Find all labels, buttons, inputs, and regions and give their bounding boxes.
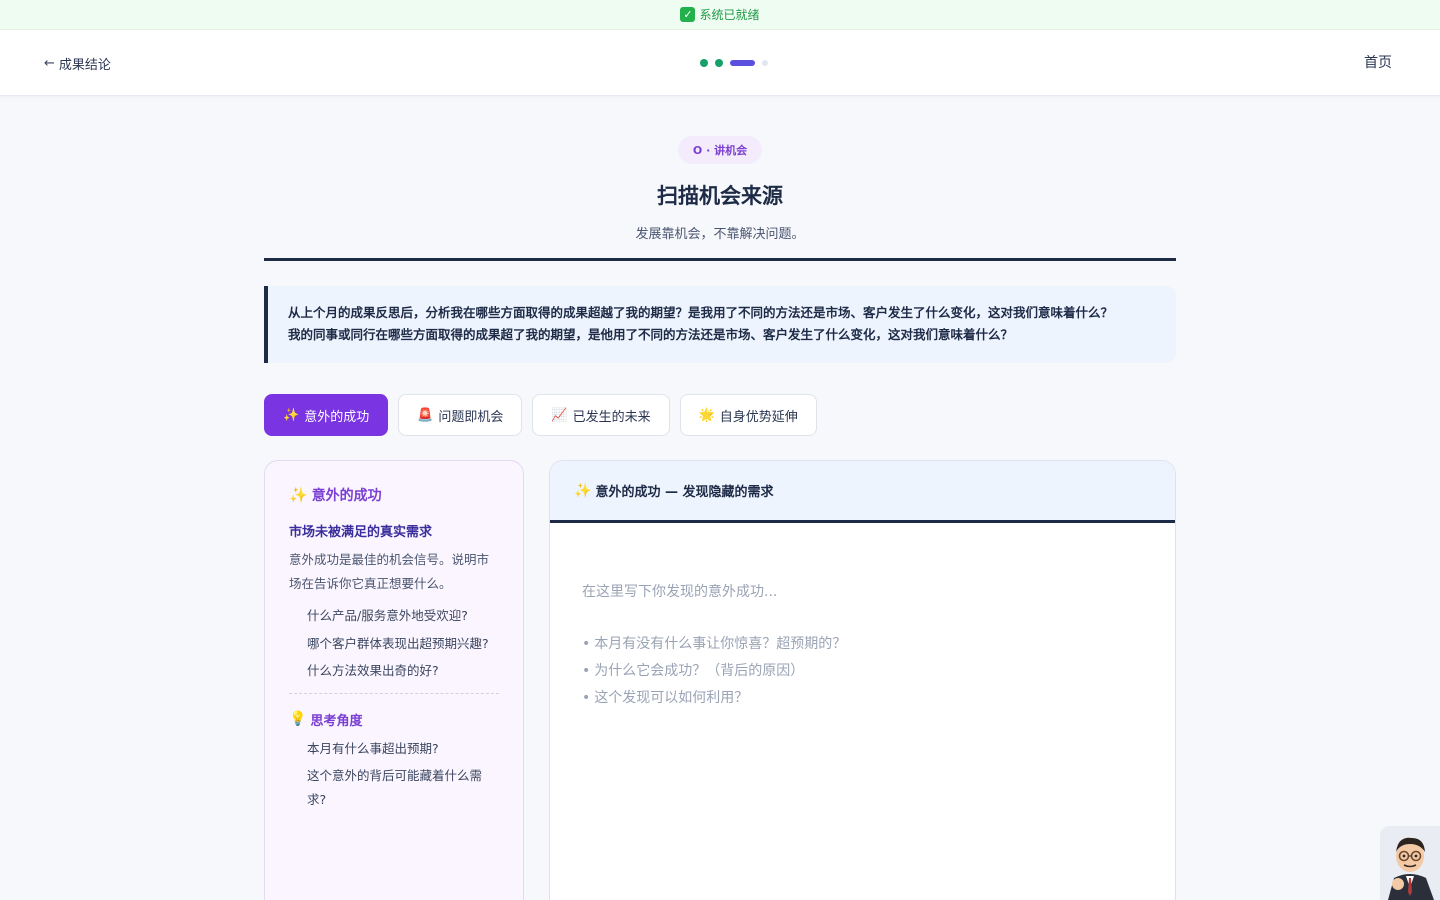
editor-placeholder: 在这里写下你发现的意外成功...: [582, 584, 778, 600]
list-item: • 本月有没有什么事让你惊喜？超预期的？: [582, 631, 1143, 658]
step-done-2: [715, 59, 723, 67]
editor-hints: • 本月有没有什么事让你惊喜？超预期的？ • 为什么它会成功？（背后的原因） •…: [582, 631, 1143, 712]
guide-card: ✨ 意外的成功 市场未被满足的真实需求 意外成功是最佳的机会信号。说明市场在告诉…: [264, 460, 524, 900]
star-icon: 🌟: [698, 407, 715, 423]
arrow-left-icon: ←: [44, 55, 55, 71]
prompt-line-1: 从上个月的成果反思后，分析我在哪些方面取得的成果超越了我的期望？是我用了不同的方…: [288, 305, 1114, 320]
list-item: 哪个客户群体表现出超预期兴趣?: [307, 635, 489, 651]
sparkles-icon: ✨: [574, 482, 592, 499]
step-done-1: [700, 59, 708, 67]
editor-header: ✨ 意外的成功 — 发现隐藏的需求: [550, 461, 1175, 523]
prompt-line-2: 我的同事或同行在哪些方面取得的成果超了我的期望，是他用了不同的方法还是市场、客户…: [288, 327, 1014, 342]
sparkles-icon: ✨: [283, 407, 300, 423]
bullet-icon: •: [582, 636, 591, 652]
guide-card-description: 意外成功是最佳的机会信号。说明市场在告诉你它真正想要什么。: [289, 552, 490, 591]
guide-questions: 什么产品/服务意外地受欢迎? 哪个客户群体表现出超预期兴趣? 什么方法效果出奇的…: [289, 604, 499, 683]
editor-title: 意外的成功 — 发现隐藏的需求: [595, 485, 774, 500]
lightbulb-icon: 💡: [289, 711, 307, 727]
hint-text: 本月有没有什么事让你惊喜？超预期的？: [594, 636, 847, 652]
angle-title: 思考角度: [310, 713, 363, 729]
avatar-illustration: [1380, 826, 1440, 900]
tab-label: 已发生的未来: [572, 409, 651, 425]
bullet-icon: •: [582, 663, 591, 679]
reflection-prompt: 从上个月的成果反思后，分析我在哪些方面取得的成果超越了我的期望？是我用了不同的方…: [264, 286, 1176, 363]
step-current: [730, 60, 755, 66]
tab-label: 意外的成功: [304, 409, 370, 425]
home-link[interactable]: 首页: [1364, 52, 1392, 72]
title-divider: [264, 258, 1176, 261]
list-item: 什么方法效果出奇的好?: [307, 663, 439, 678]
guide-card-heading: ✨ 意外的成功: [289, 485, 499, 505]
opportunity-tabs: ✨ 意外的成功 🚨 问题即机会 📈 已发生的未来 🌟 自身优势延伸: [264, 394, 817, 436]
top-header: ← 成果结论 首页: [0, 30, 1440, 96]
page-subtitle: 发展靠机会，不靠解决问题。: [635, 227, 805, 242]
tab-strength-extension[interactable]: 🌟 自身优势延伸: [679, 394, 817, 436]
list-item: 本月有什么事超出预期?: [307, 740, 439, 756]
step-indicator: [700, 59, 768, 67]
check-icon: ✓: [680, 7, 696, 22]
angle-heading: 💡 思考角度: [289, 710, 499, 729]
bullet-icon: •: [582, 690, 591, 706]
siren-icon: 🚨: [417, 407, 434, 423]
list-item: 这个意外的背后可能藏着什么需求?: [307, 768, 483, 807]
hint-text: 这个发现可以如何利用？: [594, 690, 749, 706]
tab-problem-opportunity[interactable]: 🚨 问题即机会: [398, 394, 523, 436]
status-banner: ✓ 系统已就绪: [0, 0, 1440, 30]
guide-card-title: 意外的成功: [311, 488, 382, 504]
back-label: 成果结论: [58, 57, 111, 73]
angle-questions: 本月有什么事超出预期? 这个意外的背后可能藏着什么需求?: [289, 737, 499, 812]
back-button[interactable]: ← 成果结论: [44, 52, 111, 74]
chart-up-icon: 📈: [551, 407, 568, 423]
sparkles-icon: ✨: [289, 486, 308, 504]
tab-future-happened[interactable]: 📈 已发生的未来: [532, 394, 670, 436]
page-title: 扫描机会来源: [657, 184, 783, 208]
list-item: • 这个发现可以如何利用？: [582, 685, 1143, 712]
section-badge: O · 讲机会: [678, 136, 762, 164]
step-pending: [762, 60, 768, 66]
assistant-avatar[interactable]: [1380, 826, 1440, 900]
status-text: 系统已就绪: [699, 8, 760, 22]
guide-card-subtitle: 市场未被满足的真实需求: [289, 525, 433, 540]
main-content: O · 讲机会 扫描机会来源 发展靠机会，不靠解决问题。 从上个月的成果反思后，…: [264, 96, 1176, 900]
tab-label: 自身优势延伸: [719, 409, 798, 425]
tab-label: 问题即机会: [438, 409, 504, 425]
notes-textarea[interactable]: 在这里写下你发现的意外成功... • 本月有没有什么事让你惊喜？超预期的？ • …: [550, 523, 1175, 712]
list-item: 什么产品/服务意外地受欢迎?: [307, 608, 468, 623]
hint-text: 为什么它会成功？（背后的原因）: [594, 663, 805, 679]
dashed-divider: [289, 692, 499, 694]
list-item: • 为什么它会成功？（背后的原因）: [582, 658, 1143, 685]
tab-unexpected-success[interactable]: ✨ 意外的成功: [264, 394, 389, 436]
notes-editor[interactable]: ✨ 意外的成功 — 发现隐藏的需求 在这里写下你发现的意外成功... • 本月有…: [549, 460, 1176, 900]
